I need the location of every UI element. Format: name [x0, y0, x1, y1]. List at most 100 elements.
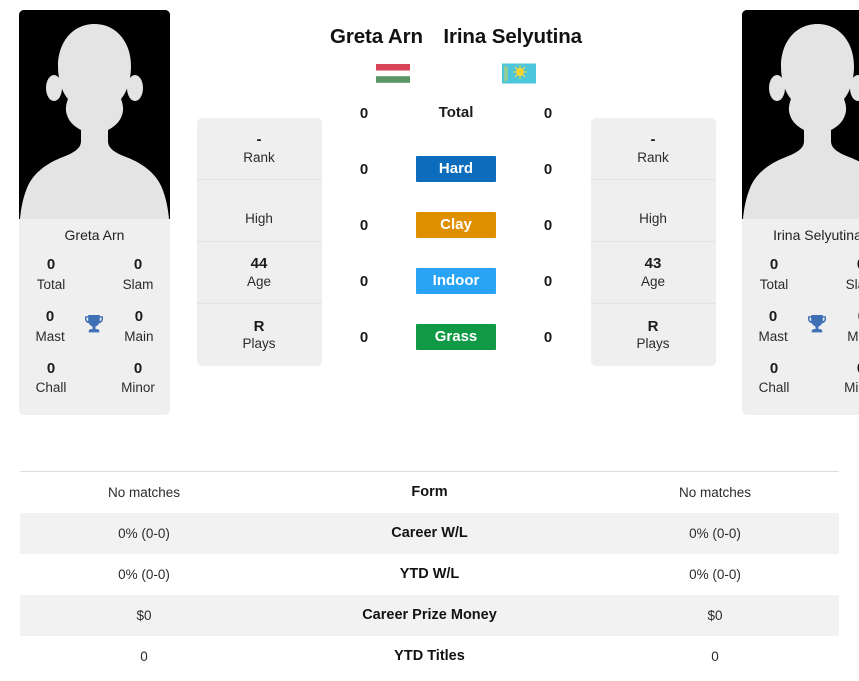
left-player-titles-grid: 0 Total 0 Slam 0 Mast 0 Main 0 Chall 0 M… — [19, 254, 170, 415]
left-hard-wins: 0 — [359, 160, 369, 178]
left-high-label: High — [245, 211, 273, 227]
right-age-label: Age — [640, 273, 666, 289]
left-grass-wins: 0 — [359, 328, 369, 346]
left-mast-titles: 0 Mast — [25, 308, 75, 346]
right-flag-spot — [456, 61, 582, 86]
right-plays-cell: R Plays — [591, 304, 716, 366]
left-plays-cell: R Plays — [197, 304, 322, 366]
row-form-label: Form — [411, 484, 448, 501]
right-chall-titles-value: 0 — [769, 359, 779, 377]
right-player-photo — [742, 10, 859, 219]
left-player-name[interactable]: Greta Arn — [330, 25, 423, 49]
left-age-value: 44 — [250, 255, 268, 273]
left-main-titles: 0 Main — [114, 308, 164, 346]
row-ytd-wl-label: YTD W/L — [399, 566, 460, 582]
left-minor-titles: 0 Minor — [112, 360, 164, 398]
surface-badge-clay[interactable]: Clay — [416, 212, 496, 238]
left-rank-value: - — [256, 131, 262, 149]
surface-row-indoor: 0 Indoor 0 — [329, 253, 583, 309]
table-row: $0 Career Prize Money $0 — [20, 594, 839, 636]
left-rank-cell: - Rank — [196, 118, 322, 180]
right-minor-titles: 0 Minor — [835, 360, 859, 398]
right-main-titles-value: 0 — [837, 308, 859, 327]
left-total-wins: 0 — [359, 104, 369, 122]
left-titles-row-1: 0 Total 0 Slam — [19, 256, 170, 308]
right-total-titles-value: 0 — [769, 256, 779, 274]
left-player-info-box: - Rank High 44 Age R Plays — [196, 118, 322, 366]
left-chall-titles: 0 Chall — [25, 360, 77, 398]
right-main-titles-label: Main — [847, 328, 859, 344]
table-row: No matches Form No matches — [20, 472, 839, 513]
row-ytd-titles-left-value: 0 — [140, 648, 148, 664]
right-total-titles-label: Total — [759, 277, 789, 293]
row-ytd-titles-label: YTD Titles — [394, 648, 465, 664]
row-form-left-value: No matches — [107, 484, 181, 500]
left-chall-titles-label: Chall — [35, 380, 67, 396]
left-minor-titles-label: Minor — [121, 380, 155, 396]
left-flag-spot — [330, 61, 456, 86]
surface-badge-total[interactable]: Total — [416, 100, 496, 126]
player-names-row: Greta Arn Irina Selyutina — [329, 25, 583, 51]
left-trophy-icon-wrap — [75, 308, 114, 336]
right-high-label: High — [639, 211, 667, 227]
left-chall-titles-value: 0 — [46, 359, 56, 377]
surface-badge-grass[interactable]: Grass — [416, 324, 496, 350]
right-mast-titles-value: 0 — [768, 308, 778, 326]
right-player-name[interactable]: Irina Selyutina — [443, 25, 582, 49]
row-ytd-titles-right-value: 0 — [711, 648, 719, 664]
flag-hungary-icon — [374, 61, 412, 86]
right-rank-cell: - Rank — [590, 118, 716, 180]
right-player-card[interactable]: Irina Selyutina 0 Total 0 Slam — [742, 10, 859, 416]
surface-row-total: 0 Total 0 — [329, 85, 583, 141]
right-titles-row-2: 0 Mast 0 Main — [742, 308, 859, 360]
player-flags-row — [329, 61, 583, 86]
player-comparison-page: Greta Arn 0 Total 0 Slam 0 Mast 0 Main 0… — [0, 0, 859, 681]
right-rank-value: - — [650, 131, 656, 149]
right-plays-value: R — [647, 317, 659, 335]
row-career-prize-money-left-value: $0 — [136, 607, 152, 623]
left-slam-titles-label: Slam — [122, 277, 154, 293]
right-indoor-wins: 0 — [543, 272, 553, 290]
person-silhouette-icon — [19, 10, 170, 219]
surface-badge-hard[interactable]: Hard — [416, 156, 496, 182]
right-main-titles: 0 Main — [837, 308, 859, 346]
right-titles-row-3: 0 Chall 0 Minor — [742, 360, 859, 402]
row-career-prize-money-right-value: $0 — [707, 607, 723, 623]
right-player-info-box: - Rank High 43 Age R Plays — [590, 118, 716, 366]
trophy-icon — [808, 315, 827, 333]
left-mast-titles-label: Mast — [35, 328, 65, 344]
right-age-cell: 43 Age — [590, 242, 716, 304]
left-player-photo-caption: Greta Arn — [64, 227, 125, 243]
right-grass-wins: 0 — [543, 328, 553, 346]
left-main-titles-label: Main — [124, 328, 154, 344]
left-main-titles-value: 0 — [134, 308, 144, 326]
right-rank-label: Rank — [637, 149, 669, 165]
left-player-card[interactable]: Greta Arn 0 Total 0 Slam 0 Mast 0 Main 0… — [19, 10, 170, 416]
right-chall-titles: 0 Chall — [748, 360, 800, 398]
right-total-titles: 0 Total — [748, 256, 800, 294]
right-plays-label: Plays — [636, 336, 670, 352]
table-row: 0 YTD Titles 0 — [20, 636, 839, 677]
left-mast-titles-value: 0 — [45, 308, 55, 326]
left-rank-label: Rank — [243, 149, 275, 165]
right-high-cell: High — [590, 180, 716, 242]
right-player-photo-caption: Irina Selyutina — [773, 227, 859, 243]
surface-row-hard: 0 Hard 0 — [329, 141, 583, 197]
left-clay-wins: 0 — [359, 216, 369, 234]
compare-header-section: Greta Arn 0 Total 0 Slam 0 Mast 0 Main 0… — [0, 0, 859, 462]
left-high-cell: High — [196, 180, 322, 242]
table-row: 0% (0-0) YTD W/L 0% (0-0) — [20, 554, 839, 595]
row-career-prize-money-label: Career Prize Money — [362, 607, 497, 623]
right-slam-titles-label: Slam — [845, 277, 859, 293]
right-player-titles-grid: 0 Total 0 Slam 0 Mast — [742, 254, 859, 415]
right-player-photo-column: Irina Selyutina 0 Total 0 Slam — [723, 0, 859, 416]
right-trophy-icon-wrap — [798, 308, 837, 336]
right-titles-row-1: 0 Total 0 Slam — [742, 256, 859, 308]
surface-badge-indoor[interactable]: Indoor — [416, 268, 496, 294]
row-ytd-wl-right-value: 0% (0-0) — [689, 566, 741, 582]
right-total-wins: 0 — [543, 104, 553, 122]
left-indoor-wins: 0 — [359, 272, 369, 290]
left-total-titles-label: Total — [36, 277, 66, 293]
right-minor-titles-value: 0 — [835, 360, 859, 379]
right-minor-titles-label: Minor — [844, 380, 859, 396]
